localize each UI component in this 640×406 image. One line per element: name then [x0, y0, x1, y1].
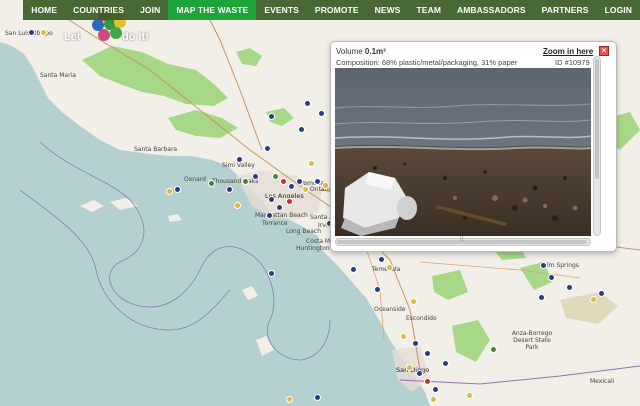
waste-marker[interactable] [296, 178, 303, 185]
waste-marker[interactable] [430, 396, 437, 403]
waste-marker[interactable] [242, 178, 249, 185]
waste-marker[interactable] [466, 392, 473, 399]
waste-marker[interactable] [490, 346, 497, 353]
top-navbar: HOME COUNTRIES JOIN MAP THE WASTE EVENTS… [0, 0, 640, 20]
waste-marker[interactable] [208, 180, 215, 187]
nav-partners[interactable]: PARTNERS [534, 0, 597, 20]
waste-marker[interactable] [298, 126, 305, 133]
waste-marker[interactable] [598, 290, 605, 297]
waste-photo [335, 68, 591, 236]
waste-marker[interactable] [432, 386, 439, 393]
place-label: Santa Maria [40, 72, 76, 79]
nav-team[interactable]: TEAM [409, 0, 449, 20]
close-icon[interactable]: × [599, 46, 609, 56]
logo-text-left: Let [64, 31, 81, 43]
waste-marker[interactable] [40, 29, 47, 36]
waste-marker[interactable] [412, 340, 419, 347]
nav-events[interactable]: EVENTS [256, 0, 307, 20]
waste-marker[interactable] [286, 396, 293, 403]
place-label: Simi Valley [222, 162, 255, 169]
waste-marker[interactable] [540, 262, 547, 269]
place-label: Thousand Oaks [212, 178, 259, 185]
waste-marker[interactable] [416, 370, 423, 377]
place-label: Mexicali [590, 378, 615, 385]
waste-marker[interactable] [314, 394, 321, 401]
waste-marker[interactable] [318, 110, 325, 117]
waste-point-popup: × Volume 0.1m³ Zoom in here Composition:… [330, 41, 617, 252]
waste-marker[interactable] [548, 274, 555, 281]
place-label: Escondido [406, 315, 437, 322]
nav-join[interactable]: JOIN [132, 0, 168, 20]
place-label: Oceanside [374, 306, 406, 313]
waste-marker[interactable] [566, 284, 573, 291]
popup-horizontal-scrollbar[interactable]: ⁞⁞ [335, 237, 591, 246]
waste-marker[interactable] [234, 202, 241, 209]
composition-text: Composition: 68% plastic/metal/packaging… [336, 58, 518, 67]
nav-login[interactable]: LOGIN [597, 0, 640, 20]
place-label: Manhattan Beach [255, 212, 308, 219]
waste-marker[interactable] [226, 186, 233, 193]
nav-promote[interactable]: PROMOTE [307, 0, 367, 20]
place-label: Santa Barbara [134, 146, 178, 153]
waste-marker[interactable] [322, 182, 329, 189]
waste-marker[interactable] [406, 364, 413, 371]
point-id: ID #10979 [555, 58, 590, 67]
volume-info: Volume 0.1m³ [336, 47, 386, 56]
waste-marker[interactable] [252, 173, 259, 180]
waste-marker[interactable] [166, 188, 173, 195]
waste-marker[interactable] [268, 196, 275, 203]
place-label: Oxnard [184, 176, 206, 183]
waste-marker[interactable] [386, 264, 393, 271]
zoom-in-link[interactable]: Zoom in here [543, 47, 593, 56]
waste-marker[interactable] [378, 256, 385, 263]
waste-marker[interactable] [28, 29, 35, 36]
main-nav: HOME COUNTRIES JOIN MAP THE WASTE EVENTS… [23, 0, 640, 20]
waste-marker[interactable] [288, 183, 295, 190]
waste-marker[interactable] [174, 186, 181, 193]
scrollbar-thumb[interactable] [595, 59, 599, 179]
place-label: Anza-Borrego Desert State Park [511, 330, 553, 351]
nav-map-the-waste[interactable]: MAP THE WASTE [168, 0, 257, 20]
waste-marker[interactable] [350, 266, 357, 273]
waste-marker[interactable] [590, 296, 597, 303]
place-label: Ontario [310, 186, 333, 193]
nav-ambassadors[interactable]: AMBASSADORS [449, 0, 534, 20]
beach-litter-image [335, 68, 591, 236]
place-label: Torrance [262, 220, 288, 227]
waste-marker[interactable] [442, 360, 449, 367]
waste-marker[interactable] [410, 298, 417, 305]
waste-marker[interactable] [314, 178, 321, 185]
waste-marker[interactable] [538, 294, 545, 301]
waste-marker[interactable] [276, 204, 283, 211]
waste-marker[interactable] [374, 286, 381, 293]
nav-countries[interactable]: COUNTRIES [65, 0, 132, 20]
waste-marker[interactable] [302, 186, 309, 193]
logo-text-right: do it! [122, 31, 149, 43]
waste-marker[interactable] [400, 333, 407, 340]
waste-marker[interactable] [272, 173, 279, 180]
waste-marker[interactable] [268, 113, 275, 120]
volume-value: 0.1m³ [364, 47, 386, 56]
waste-marker[interactable] [268, 270, 275, 277]
waste-marker[interactable] [424, 350, 431, 357]
nav-news[interactable]: NEWS [367, 0, 409, 20]
waste-marker[interactable] [304, 100, 311, 107]
waste-marker[interactable] [424, 378, 431, 385]
popup-vertical-scrollbar[interactable] [593, 56, 601, 236]
waste-marker[interactable] [236, 156, 243, 163]
waste-marker[interactable] [264, 145, 271, 152]
place-label: Long Beach [286, 228, 322, 235]
waste-marker[interactable] [280, 178, 287, 185]
waste-marker[interactable] [266, 212, 273, 219]
nav-home[interactable]: HOME [23, 0, 65, 20]
waste-marker[interactable] [286, 198, 293, 205]
volume-label: Volume [336, 47, 363, 56]
grip-icon: ⁞⁞ [460, 237, 464, 243]
waste-marker[interactable] [308, 160, 315, 167]
